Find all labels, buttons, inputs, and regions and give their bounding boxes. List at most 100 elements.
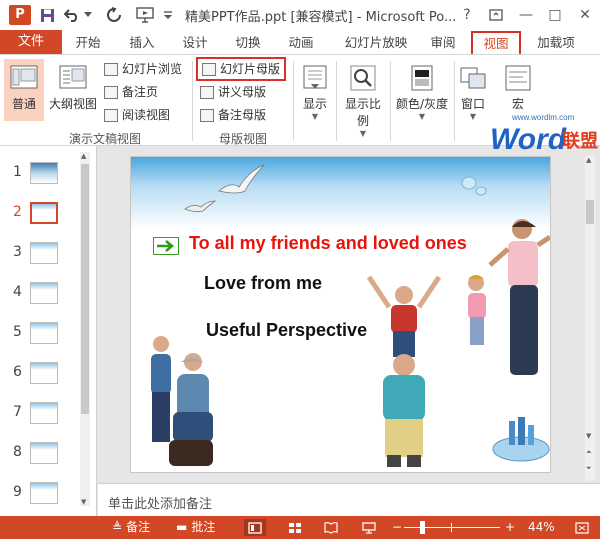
notes-page-button[interactable]: 备注页: [104, 82, 158, 102]
customize-qat-icon[interactable]: [160, 5, 176, 25]
notes-placeholder: 单击此处添加备注: [108, 497, 213, 512]
comments-toggle-button[interactable]: ▬ 批注: [176, 519, 215, 536]
notes-toggle-button[interactable]: ≜ 备注: [112, 519, 150, 536]
slide-number: 7: [13, 404, 22, 420]
next-slide-icon[interactable]: ⏷: [586, 464, 592, 473]
slideshow-status-icon[interactable]: [358, 519, 380, 536]
color-grayscale-label: 颜色/灰度: [395, 97, 449, 111]
slide-thumbnail[interactable]: 3: [0, 240, 80, 276]
previous-slide-icon[interactable]: ⏶: [586, 448, 592, 457]
tab-view[interactable]: 视图: [471, 31, 521, 54]
slide-canvas[interactable]: To all my friends and loved ones Love fr…: [130, 156, 551, 473]
tab-animations[interactable]: 动画: [281, 32, 321, 54]
slide-thumbnail-image: [30, 442, 58, 464]
slide-thumbnail[interactable]: 4: [0, 280, 80, 316]
notes-master-button[interactable]: 备注母版: [200, 105, 266, 125]
seagull-image: [184, 164, 265, 213]
zoom-slider-thumb[interactable]: [419, 521, 425, 534]
outline-view-button[interactable]: 大纲视图: [48, 59, 98, 121]
slide-number: 6: [13, 364, 22, 380]
notes-page-icon: [104, 85, 118, 99]
normal-view-icon: [9, 63, 39, 93]
group-divider: [293, 61, 294, 141]
normal-view-status-icon[interactable]: [244, 519, 266, 536]
slide-thumbnail-selected[interactable]: 2: [0, 200, 80, 236]
undo-icon[interactable]: [62, 5, 82, 25]
slide-thumbnail-image: [30, 282, 58, 304]
slide-number: 5: [13, 324, 22, 340]
notes-pane[interactable]: 单击此处添加备注: [98, 483, 600, 516]
tab-addins[interactable]: 加载项: [530, 32, 582, 54]
tab-file[interactable]: 文件: [0, 30, 62, 54]
slide-sorter-label: 幻灯片浏览: [122, 62, 183, 76]
tab-insert[interactable]: 插入: [122, 32, 162, 54]
start-from-beginning-icon[interactable]: [134, 5, 156, 25]
reading-view-icon: [104, 108, 118, 122]
slide-master-label: 幻灯片母版: [220, 62, 281, 76]
slide-thumbnail[interactable]: 6: [0, 360, 80, 396]
presentation-views-group-label: 演示文稿视图: [68, 132, 141, 146]
slide-line-useful-perspective[interactable]: Useful Perspective: [206, 320, 367, 341]
slide-sorter-icon: [104, 62, 118, 76]
tab-review[interactable]: 审阅: [423, 32, 463, 54]
scrollbar-thumb[interactable]: [81, 164, 89, 414]
reading-view-status-icon[interactable]: [320, 519, 342, 536]
minimize-button[interactable]: —: [515, 4, 537, 26]
notes-page-label: 备注页: [122, 85, 159, 99]
undo-dropdown-icon[interactable]: [82, 5, 94, 25]
zoom-in-button[interactable]: +: [505, 519, 515, 536]
save-icon[interactable]: [38, 5, 56, 25]
notes-icon: ≜: [112, 520, 123, 534]
close-button[interactable]: ✕: [574, 4, 596, 26]
svg-text:联盟: 联盟: [562, 131, 598, 152]
fit-slide-to-window-icon[interactable]: [571, 519, 593, 536]
slide-line-love-from-me[interactable]: Love from me: [204, 273, 322, 294]
tab-slideshow[interactable]: 幻灯片放映: [337, 32, 415, 54]
zoom-out-button[interactable]: −: [392, 519, 402, 536]
redo-icon[interactable]: [104, 5, 124, 25]
scrollbar-thumb[interactable]: [586, 200, 594, 224]
master-views-group-label: 母版视图: [218, 132, 267, 146]
slide-thumbnail[interactable]: 5: [0, 320, 80, 356]
family-photo-center: [366, 275, 442, 467]
slide-heading[interactable]: To all my friends and loved ones: [189, 233, 467, 254]
slide-thumbnail-image: [30, 402, 58, 424]
slide-sorter-status-icon[interactable]: [284, 519, 306, 536]
normal-view-button[interactable]: 普通: [4, 59, 44, 121]
ribbon-display-options-icon[interactable]: [485, 4, 507, 26]
maximize-button[interactable]: □: [544, 4, 566, 26]
group-divider: [454, 61, 455, 141]
notes-toggle-label: 备注: [126, 520, 151, 534]
scroll-up-arrow-icon[interactable]: ▲: [81, 152, 86, 160]
slide-sorter-button[interactable]: 幻灯片浏览: [104, 59, 182, 79]
window-title: 精美PPT作品.ppt [兼容模式] - Microsoft Po...: [185, 10, 457, 25]
scroll-down-arrow-icon[interactable]: ▼: [586, 432, 591, 440]
slide-thumbnail[interactable]: 7: [0, 400, 80, 436]
notes-master-label: 备注母版: [218, 108, 267, 122]
tab-home[interactable]: 开始: [68, 32, 108, 54]
zoom-level[interactable]: 44%: [528, 519, 555, 536]
group-divider: [192, 61, 193, 141]
scroll-down-arrow-icon[interactable]: ▼: [81, 498, 86, 506]
powerpoint-app-icon[interactable]: P: [9, 5, 31, 25]
green-arrow-icon: [153, 237, 179, 255]
scroll-up-arrow-icon[interactable]: ▲: [586, 156, 591, 164]
color-grayscale-button[interactable]: 颜色/灰度 ▼: [394, 59, 450, 121]
normal-view-label: 普通: [11, 97, 36, 111]
slide-number: 8: [13, 444, 22, 460]
slide-vertical-scrollbar[interactable]: ▲ ▼ ⏶ ⏷: [585, 156, 595, 481]
reading-view-button[interactable]: 阅读视图: [104, 105, 170, 125]
slide-thumbnail[interactable]: 9: [0, 480, 80, 516]
slide-thumbnail[interactable]: 1: [0, 160, 80, 196]
slide-thumbnail[interactable]: 8: [0, 440, 80, 476]
tab-design[interactable]: 设计: [175, 32, 215, 54]
tab-transitions[interactable]: 切换: [228, 32, 268, 54]
zoom-slider-track[interactable]: [404, 527, 500, 528]
slide-master-button[interactable]: 幻灯片母版: [196, 57, 287, 81]
help-icon[interactable]: ?: [456, 4, 478, 26]
thumbnail-scrollbar[interactable]: ▲ ▼: [80, 152, 90, 506]
handout-master-button[interactable]: 讲义母版: [200, 82, 266, 102]
show-button[interactable]: 显示 ▼: [297, 59, 333, 121]
svg-text:Word: Word: [490, 123, 567, 155]
zoom-button[interactable]: 显示比例 ▼: [340, 59, 386, 138]
